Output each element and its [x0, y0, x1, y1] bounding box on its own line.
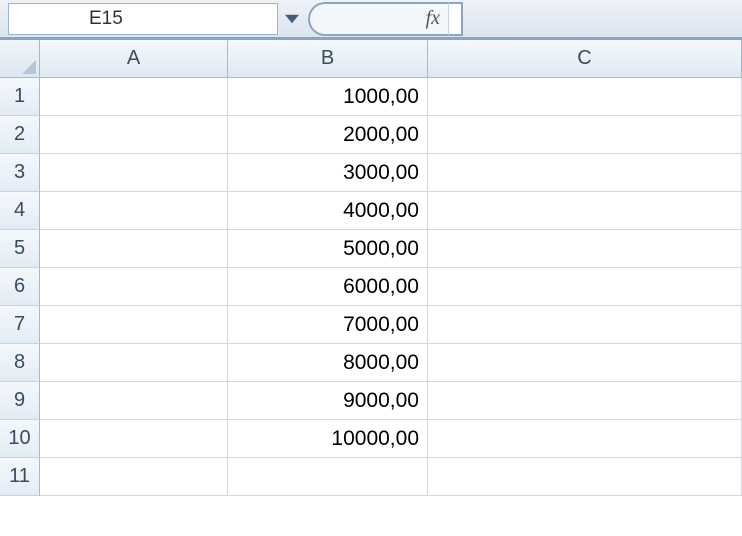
chevron-down-icon [285, 12, 299, 26]
row-head-2[interactable]: 2 [0, 116, 40, 154]
fx-curve [308, 2, 328, 36]
formula-input[interactable] [448, 2, 463, 36]
cell-B3[interactable]: 3000,00 [228, 154, 428, 192]
name-box[interactable]: E15 [8, 3, 278, 35]
cell-A9[interactable] [40, 382, 228, 420]
row-head-3[interactable]: 3 [0, 154, 40, 192]
cell-A7[interactable] [40, 306, 228, 344]
cell-C3[interactable] [428, 154, 742, 192]
cell-A5[interactable] [40, 230, 228, 268]
cell-B1[interactable]: 1000,00 [228, 78, 428, 116]
cell-A10[interactable] [40, 420, 228, 458]
row-head-7[interactable]: 7 [0, 306, 40, 344]
fx-container: fx [308, 3, 463, 35]
cell-A1[interactable] [40, 78, 228, 116]
select-all-corner[interactable] [0, 40, 40, 78]
cell-C10[interactable] [428, 420, 742, 458]
row-head-8[interactable]: 8 [0, 344, 40, 382]
col-head-C[interactable]: C [428, 40, 742, 78]
cell-C2[interactable] [428, 116, 742, 154]
cell-B10[interactable]: 10000,00 [228, 420, 428, 458]
cell-B5[interactable]: 5000,00 [228, 230, 428, 268]
row-head-5[interactable]: 5 [0, 230, 40, 268]
cell-A4[interactable] [40, 192, 228, 230]
cell-C1[interactable] [428, 78, 742, 116]
cell-B2[interactable]: 2000,00 [228, 116, 428, 154]
row-head-4[interactable]: 4 [0, 192, 40, 230]
cell-B7[interactable]: 7000,00 [228, 306, 428, 344]
cell-A6[interactable] [40, 268, 228, 306]
cell-A2[interactable] [40, 116, 228, 154]
cell-A8[interactable] [40, 344, 228, 382]
name-box-value: E15 [89, 8, 123, 30]
formula-bar: E15 fx [0, 0, 742, 40]
cell-B6[interactable]: 6000,00 [228, 268, 428, 306]
cell-A11[interactable] [40, 458, 228, 496]
row-head-9[interactable]: 9 [0, 382, 40, 420]
col-head-B[interactable]: B [228, 40, 428, 78]
cell-C4[interactable] [428, 192, 742, 230]
col-head-A[interactable]: A [40, 40, 228, 78]
fx-button[interactable]: fx [328, 2, 448, 36]
cell-B8[interactable]: 8000,00 [228, 344, 428, 382]
cell-B4[interactable]: 4000,00 [228, 192, 428, 230]
cell-C6[interactable] [428, 268, 742, 306]
row-head-1[interactable]: 1 [0, 78, 40, 116]
cell-A3[interactable] [40, 154, 228, 192]
row-head-11[interactable]: 11 [0, 458, 40, 496]
row-head-6[interactable]: 6 [0, 268, 40, 306]
row-head-10[interactable]: 10 [0, 420, 40, 458]
cell-C5[interactable] [428, 230, 742, 268]
cell-C7[interactable] [428, 306, 742, 344]
name-box-dropdown[interactable] [280, 3, 304, 35]
cell-C9[interactable] [428, 382, 742, 420]
cell-B9[interactable]: 9000,00 [228, 382, 428, 420]
cell-C8[interactable] [428, 344, 742, 382]
spreadsheet-grid: A B C 1 1000,00 2 2000,00 3 3000,00 4 40… [0, 40, 742, 496]
cell-B11[interactable] [228, 458, 428, 496]
cell-C11[interactable] [428, 458, 742, 496]
